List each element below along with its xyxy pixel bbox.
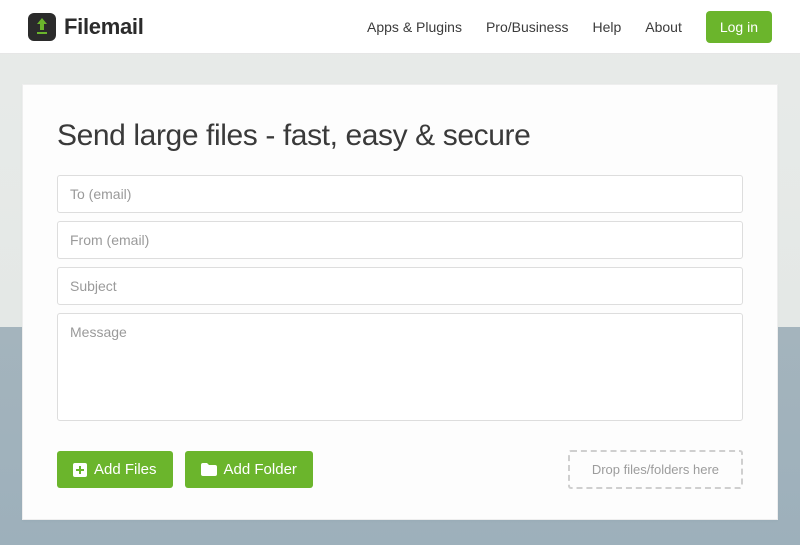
subject-input[interactable] bbox=[57, 267, 743, 305]
add-files-button[interactable]: Add Files bbox=[57, 451, 173, 488]
dropzone-label: Drop files/folders here bbox=[592, 462, 719, 477]
message-textarea[interactable] bbox=[57, 313, 743, 421]
brand-name: Filemail bbox=[64, 14, 144, 40]
plus-square-icon bbox=[73, 463, 87, 477]
nav-about[interactable]: About bbox=[645, 19, 682, 35]
send-form-card: Send large files - fast, easy & secure A… bbox=[22, 84, 778, 520]
actions-row: Add Files Add Folder Drop files/folders … bbox=[57, 450, 743, 489]
login-button[interactable]: Log in bbox=[706, 11, 772, 43]
nav-pro-business[interactable]: Pro/Business bbox=[486, 19, 568, 35]
add-files-label: Add Files bbox=[94, 461, 157, 478]
brand[interactable]: Filemail bbox=[28, 13, 144, 41]
primary-nav: Apps & Plugins Pro/Business Help About L… bbox=[367, 11, 772, 43]
arrow-up-icon bbox=[34, 18, 50, 36]
to-email-input[interactable] bbox=[57, 175, 743, 213]
from-email-input[interactable] bbox=[57, 221, 743, 259]
top-navbar: Filemail Apps & Plugins Pro/Business Hel… bbox=[0, 0, 800, 54]
brand-logo-icon bbox=[28, 13, 56, 41]
folder-icon bbox=[201, 463, 217, 476]
nav-help[interactable]: Help bbox=[592, 19, 621, 35]
add-folder-button[interactable]: Add Folder bbox=[185, 451, 313, 488]
dropzone[interactable]: Drop files/folders here bbox=[568, 450, 743, 489]
nav-apps-plugins[interactable]: Apps & Plugins bbox=[367, 19, 462, 35]
add-folder-label: Add Folder bbox=[224, 461, 297, 478]
page-headline: Send large files - fast, easy & secure bbox=[57, 119, 743, 153]
hero-background: Send large files - fast, easy & secure A… bbox=[0, 54, 800, 545]
